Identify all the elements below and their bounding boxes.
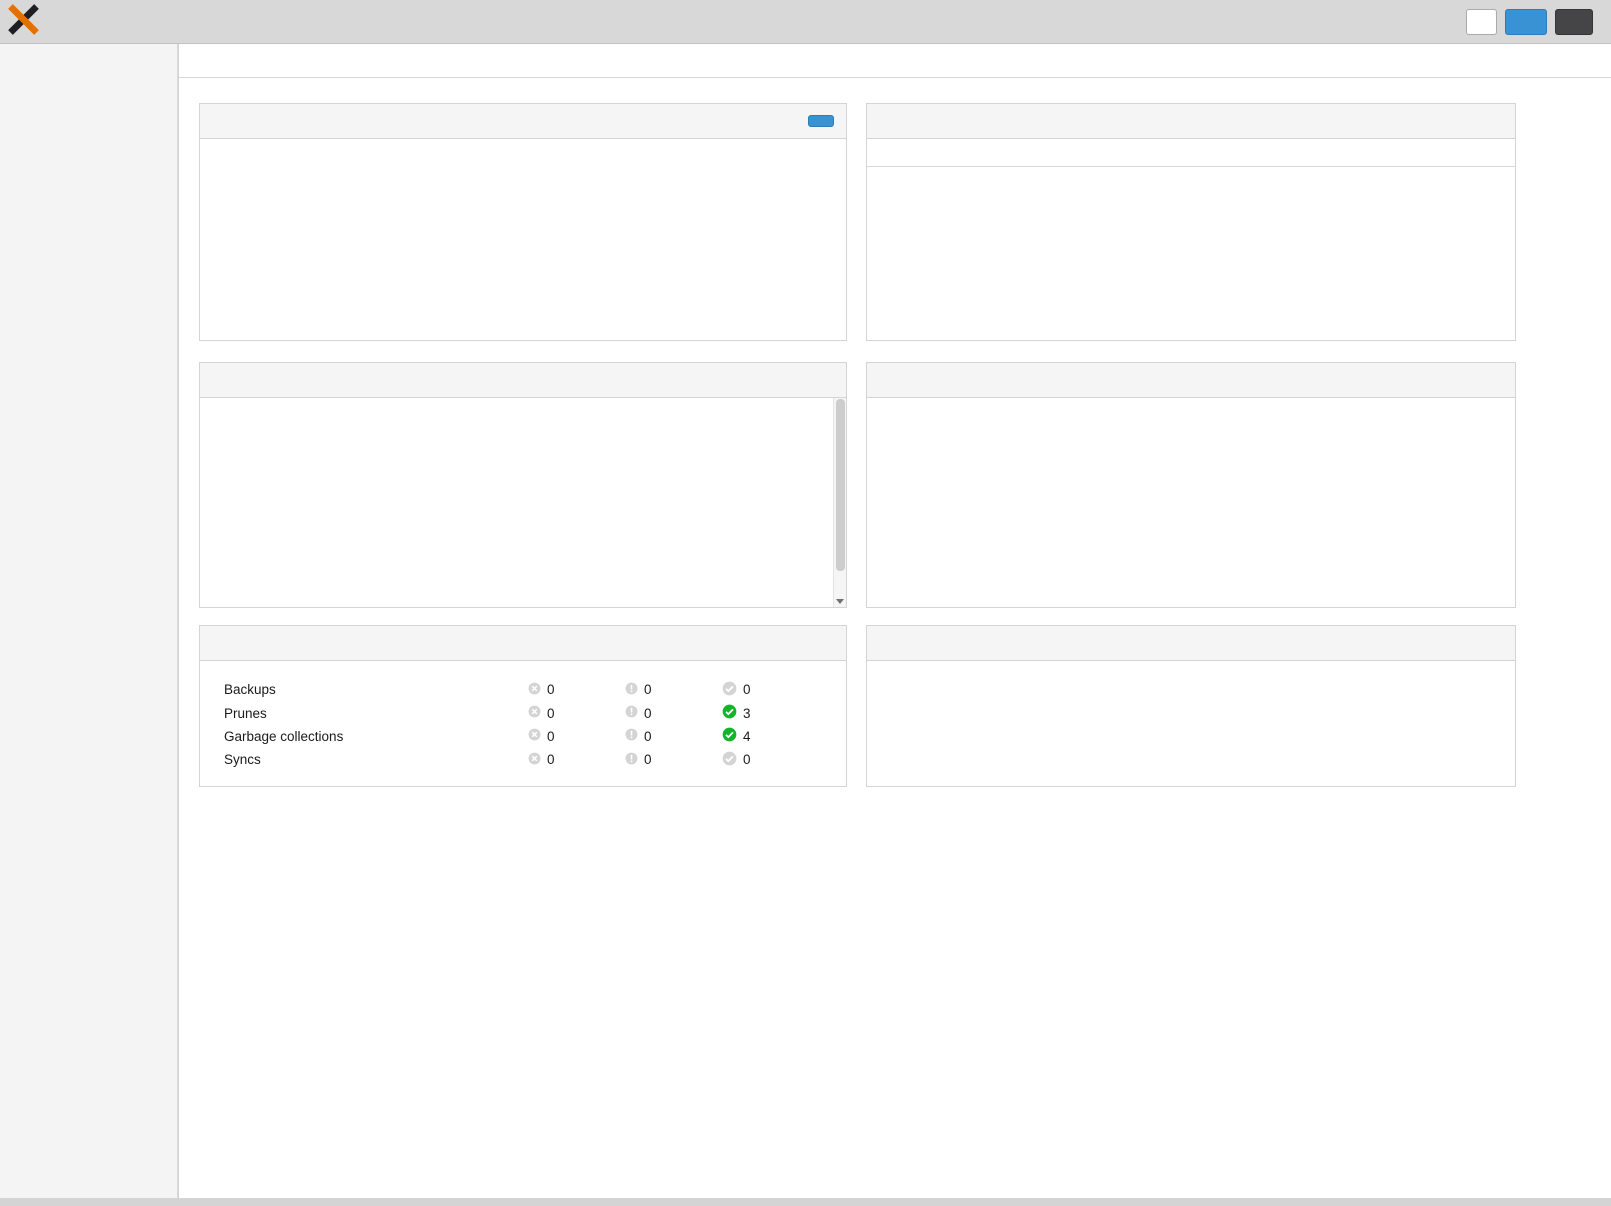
proxmox-logo [8, 4, 43, 40]
user-menu-button[interactable] [1555, 9, 1593, 35]
warning-icon [625, 752, 638, 768]
error-icon [528, 752, 541, 768]
summary-warnings: 0 [625, 705, 722, 721]
running-tasks-empty-text [867, 398, 1515, 424]
ok-icon [722, 751, 737, 769]
top-bar [0, 0, 1611, 44]
running-tasks-panel [866, 362, 1516, 608]
server-resources-panel [199, 103, 847, 341]
summary-ok: 0 [722, 751, 819, 769]
summary-row-backups: Backups000 [200, 678, 846, 701]
summary-ok: 4 [722, 727, 819, 745]
task-summary-panel: Backups000Prunes003Garbage collections00… [199, 625, 847, 787]
summary-ok: 0 [722, 681, 819, 699]
ok-icon [722, 727, 737, 745]
longest-tasks-panel [199, 362, 847, 608]
summary-row-prunes: Prunes003 [200, 701, 846, 724]
ok-icon [722, 704, 737, 722]
summary-label: Syncs [200, 752, 528, 767]
scrollbar-thumb[interactable] [836, 399, 845, 571]
summary-label: Prunes [200, 706, 528, 721]
error-icon [528, 682, 541, 698]
summary-warnings: 0 [625, 682, 722, 698]
summary-errors: 0 [528, 752, 625, 768]
proxmox-x-logo-icon [8, 4, 39, 40]
show-fingerprint-button[interactable] [808, 115, 834, 127]
summary-warnings: 0 [625, 728, 722, 744]
tasks-button[interactable] [1505, 9, 1547, 35]
error-icon [528, 705, 541, 721]
main-area: Backups000Prunes003Garbage collections00… [179, 44, 1611, 1198]
sidebar [0, 44, 178, 1198]
warning-icon [625, 705, 638, 721]
warning-icon [625, 682, 638, 698]
summary-row-garbage-collections: Garbage collections004 [200, 725, 846, 748]
summary-errors: 0 [528, 705, 625, 721]
summary-errors: 0 [528, 728, 625, 744]
summary-label: Garbage collections [200, 729, 528, 744]
summary-warnings: 0 [625, 752, 722, 768]
documentation-button[interactable] [1466, 9, 1497, 35]
datastore-table-header [867, 139, 1515, 167]
datastore-empty-text [867, 167, 1515, 193]
subscription-panel [866, 625, 1516, 787]
summary-label: Backups [200, 682, 528, 697]
datastore-usage-panel [866, 103, 1516, 341]
scrollbar-down-arrow-icon[interactable] [836, 599, 844, 604]
warning-icon [625, 728, 638, 744]
ok-icon [722, 681, 737, 699]
error-icon [528, 728, 541, 744]
page-title [179, 44, 1611, 78]
summary-row-syncs: Syncs000 [200, 748, 846, 771]
task-list-scrollbar[interactable] [833, 398, 846, 607]
summary-ok: 3 [722, 704, 819, 722]
summary-errors: 0 [528, 682, 625, 698]
